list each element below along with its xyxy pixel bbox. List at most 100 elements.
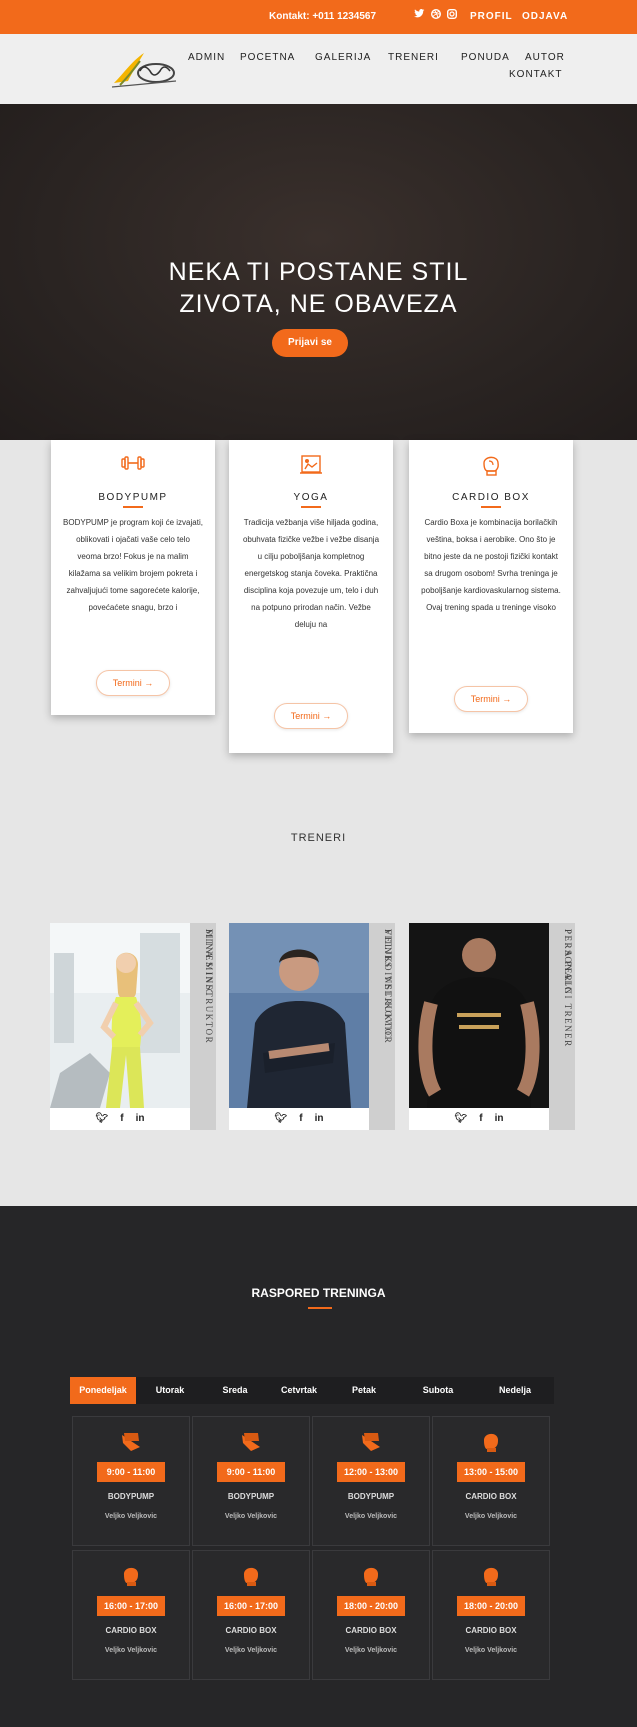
nav-autor[interactable]: AUTOR <box>525 52 565 63</box>
boxing-glove-icon <box>479 1563 503 1587</box>
schedule-cell[interactable]: 9:00 - 11:00 BODYPUMP Veljko Veljkovic <box>72 1416 190 1546</box>
program-description: Tradicija vežbanja više hiljada godina, … <box>242 518 380 629</box>
program-card-bodypump: BODYPUMP BODYPUMP je program koji će izv… <box>51 440 215 715</box>
hero-title: NEKA TI POSTANE STIL ZIVOTA, NE OBAVEZA <box>0 256 637 320</box>
schedule-cell[interactable]: 13:00 - 15:00 CARDIO BOX Veljko Veljkovi… <box>432 1416 550 1546</box>
program-title: BODYPUMP <box>98 492 168 503</box>
dumbbell-icon <box>239 1429 263 1453</box>
trainer-social-bar: 🐦︎ f in <box>50 1108 190 1130</box>
twitter-icon[interactable]: 🐦︎ <box>96 1113 109 1124</box>
boxing-glove-icon <box>359 1563 383 1587</box>
dribbble-icon[interactable] <box>430 8 442 22</box>
session-time: 9:00 - 11:00 <box>217 1462 285 1482</box>
schedule-cell[interactable]: 18:00 - 20:00 CARDIO BOX Veljko Veljkovi… <box>432 1550 550 1680</box>
schedule-cell[interactable]: 9:00 - 11:00 BODYPUMP Veljko Veljkovic <box>192 1416 310 1546</box>
session-time: 9:00 - 11:00 <box>97 1462 165 1482</box>
tab-ponedeljak[interactable]: Ponedeljak <box>70 1377 136 1404</box>
session-class: CARDIO BOX <box>345 1626 397 1635</box>
schedule-grid: 9:00 - 11:00 BODYPUMP Veljko Veljkovic 9… <box>70 1404 554 1704</box>
tab-petak[interactable]: Petak <box>338 1377 390 1404</box>
session-trainer: Veljko Veljkovic <box>224 1647 278 1654</box>
title-underline <box>301 506 321 508</box>
session-class: CARDIO BOX <box>105 1626 157 1635</box>
schedule-cell[interactable]: 16:00 - 17:00 CARDIO BOX Veljko Veljkovi… <box>192 1550 310 1680</box>
title-underline <box>123 506 143 508</box>
tab-subota[interactable]: Subota <box>410 1377 466 1404</box>
termini-button[interactable]: Termini → <box>454 686 528 712</box>
boxing-glove-icon <box>479 1429 503 1453</box>
title-underline <box>481 506 501 508</box>
trainer-card: PERA PERIC PERSONALNI TRENER 🐦︎ f in <box>409 923 575 1130</box>
facebook-icon[interactable]: f <box>120 1113 123 1124</box>
program-description: Cardio Boxa je kombinacija borilačkih ve… <box>421 518 561 612</box>
logout-link[interactable]: ODJAVA <box>522 11 568 22</box>
schedule-cell[interactable]: 18:00 - 20:00 CARDIO BOX Veljko Veljkovi… <box>312 1550 430 1680</box>
facebook-icon[interactable]: f <box>299 1113 302 1124</box>
trainer-social-bar: 🐦︎ f in <box>409 1108 549 1130</box>
program-title: CARDIO BOX <box>452 492 530 503</box>
session-trainer: Veljko Veljkovic <box>104 1513 158 1520</box>
session-trainer: Veljko Veljkovic <box>464 1647 518 1654</box>
termini-button[interactable]: Termini → <box>96 670 170 696</box>
nav-kontakt[interactable]: KONTAKT <box>509 69 562 80</box>
title-underline <box>308 1307 332 1309</box>
session-trainer: Veljko Veljkovic <box>344 1513 398 1520</box>
trainer-photo <box>50 923 190 1108</box>
yoga-icon <box>229 453 393 477</box>
program-title: YOGA <box>293 492 329 503</box>
linkedin-icon[interactable]: in <box>136 1113 145 1124</box>
nav-ponuda[interactable]: PONUDA <box>461 52 510 63</box>
session-time: 13:00 - 15:00 <box>457 1462 525 1482</box>
twitter-icon[interactable]: 🐦︎ <box>275 1113 288 1124</box>
session-time: 12:00 - 13:00 <box>337 1462 405 1482</box>
site-logo[interactable] <box>110 47 182 89</box>
session-class: BODYPUMP <box>107 1492 155 1501</box>
schedule-cell[interactable]: 16:00 - 17:00 CARDIO BOX Veljko Veljkovi… <box>72 1550 190 1680</box>
session-class: CARDIO BOX <box>465 1626 517 1635</box>
twitter-icon[interactable] <box>414 9 425 22</box>
session-time: 16:00 - 17:00 <box>217 1596 285 1616</box>
dumbbell-icon <box>51 453 215 477</box>
facebook-icon[interactable]: f <box>479 1113 482 1124</box>
trainer-role: FITNES INSTRUKTOR <box>204 929 214 1045</box>
termini-button[interactable]: Termini → <box>274 703 348 729</box>
nav-treneri[interactable]: TRENERI <box>388 52 439 63</box>
schedule-title: RASPORED TRENINGA <box>251 1286 386 1300</box>
tab-sreda[interactable]: Sreda <box>210 1377 260 1404</box>
signup-button[interactable]: Prijavi se <box>272 329 348 357</box>
contact-phone: Kontakt: +011 1234567 <box>269 11 377 22</box>
hero-title-line2: ZIVOTA, NE OBAVEZA <box>179 290 458 318</box>
hero-title-line1: NEKA TI POSTANE STIL <box>168 258 469 286</box>
tab-utorak[interactable]: Utorak <box>142 1377 198 1404</box>
nav-galerija[interactable]: GALERIJA <box>315 52 371 63</box>
schedule-section: RASPORED TRENINGA Ponedeljak Utorak Sred… <box>0 1206 637 1727</box>
trainer-card: VELJKO VELJKOVIC FITNES INSTRUKTOR 🐦︎ f in <box>229 923 395 1130</box>
nav-pocetna[interactable]: POCETNA <box>240 52 295 63</box>
dumbbell-icon <box>359 1429 383 1453</box>
trainers-title: TRENERI <box>290 832 347 844</box>
session-class: CARDIO BOX <box>465 1492 517 1501</box>
program-card-cardio-box: CARDIO BOX Cardio Boxa je kombinacija bo… <box>409 440 573 733</box>
nav-admin[interactable]: ADMIN <box>188 52 225 63</box>
session-time: 18:00 - 20:00 <box>457 1596 525 1616</box>
day-tabs: Ponedeljak Utorak Sreda Cetvrtak Petak S… <box>70 1377 554 1404</box>
tab-cetvrtak[interactable]: Cetvrtak <box>270 1377 328 1404</box>
session-trainer: Veljko Veljkovic <box>104 1647 158 1654</box>
profile-link[interactable]: PROFIL <box>470 11 513 22</box>
twitter-icon[interactable]: 🐦︎ <box>455 1113 468 1124</box>
schedule-cell[interactable]: 12:00 - 13:00 BODYPUMP Veljko Veljkovic <box>312 1416 430 1546</box>
linkedin-icon[interactable]: in <box>495 1113 504 1124</box>
trainer-label: PERA PERIC PERSONALNI TRENER <box>549 923 575 1130</box>
trainer-card: MINA MINIC FITNES INSTRUKTOR 🐦︎ f in <box>50 923 216 1130</box>
linkedin-icon[interactable]: in <box>315 1113 324 1124</box>
trainer-photo <box>409 923 549 1108</box>
tab-nedelja[interactable]: Nedelja <box>484 1377 546 1404</box>
session-class: BODYPUMP <box>347 1492 395 1501</box>
instagram-icon[interactable] <box>446 8 458 22</box>
hero-section: NEKA TI POSTANE STIL ZIVOTA, NE OBAVEZA … <box>0 104 637 440</box>
boxing-glove-icon <box>239 1563 263 1587</box>
session-class: BODYPUMP <box>227 1492 275 1501</box>
session-trainer: Veljko Veljkovic <box>344 1647 398 1654</box>
session-time: 18:00 - 20:00 <box>337 1596 405 1616</box>
boxing-glove-icon <box>119 1563 143 1587</box>
